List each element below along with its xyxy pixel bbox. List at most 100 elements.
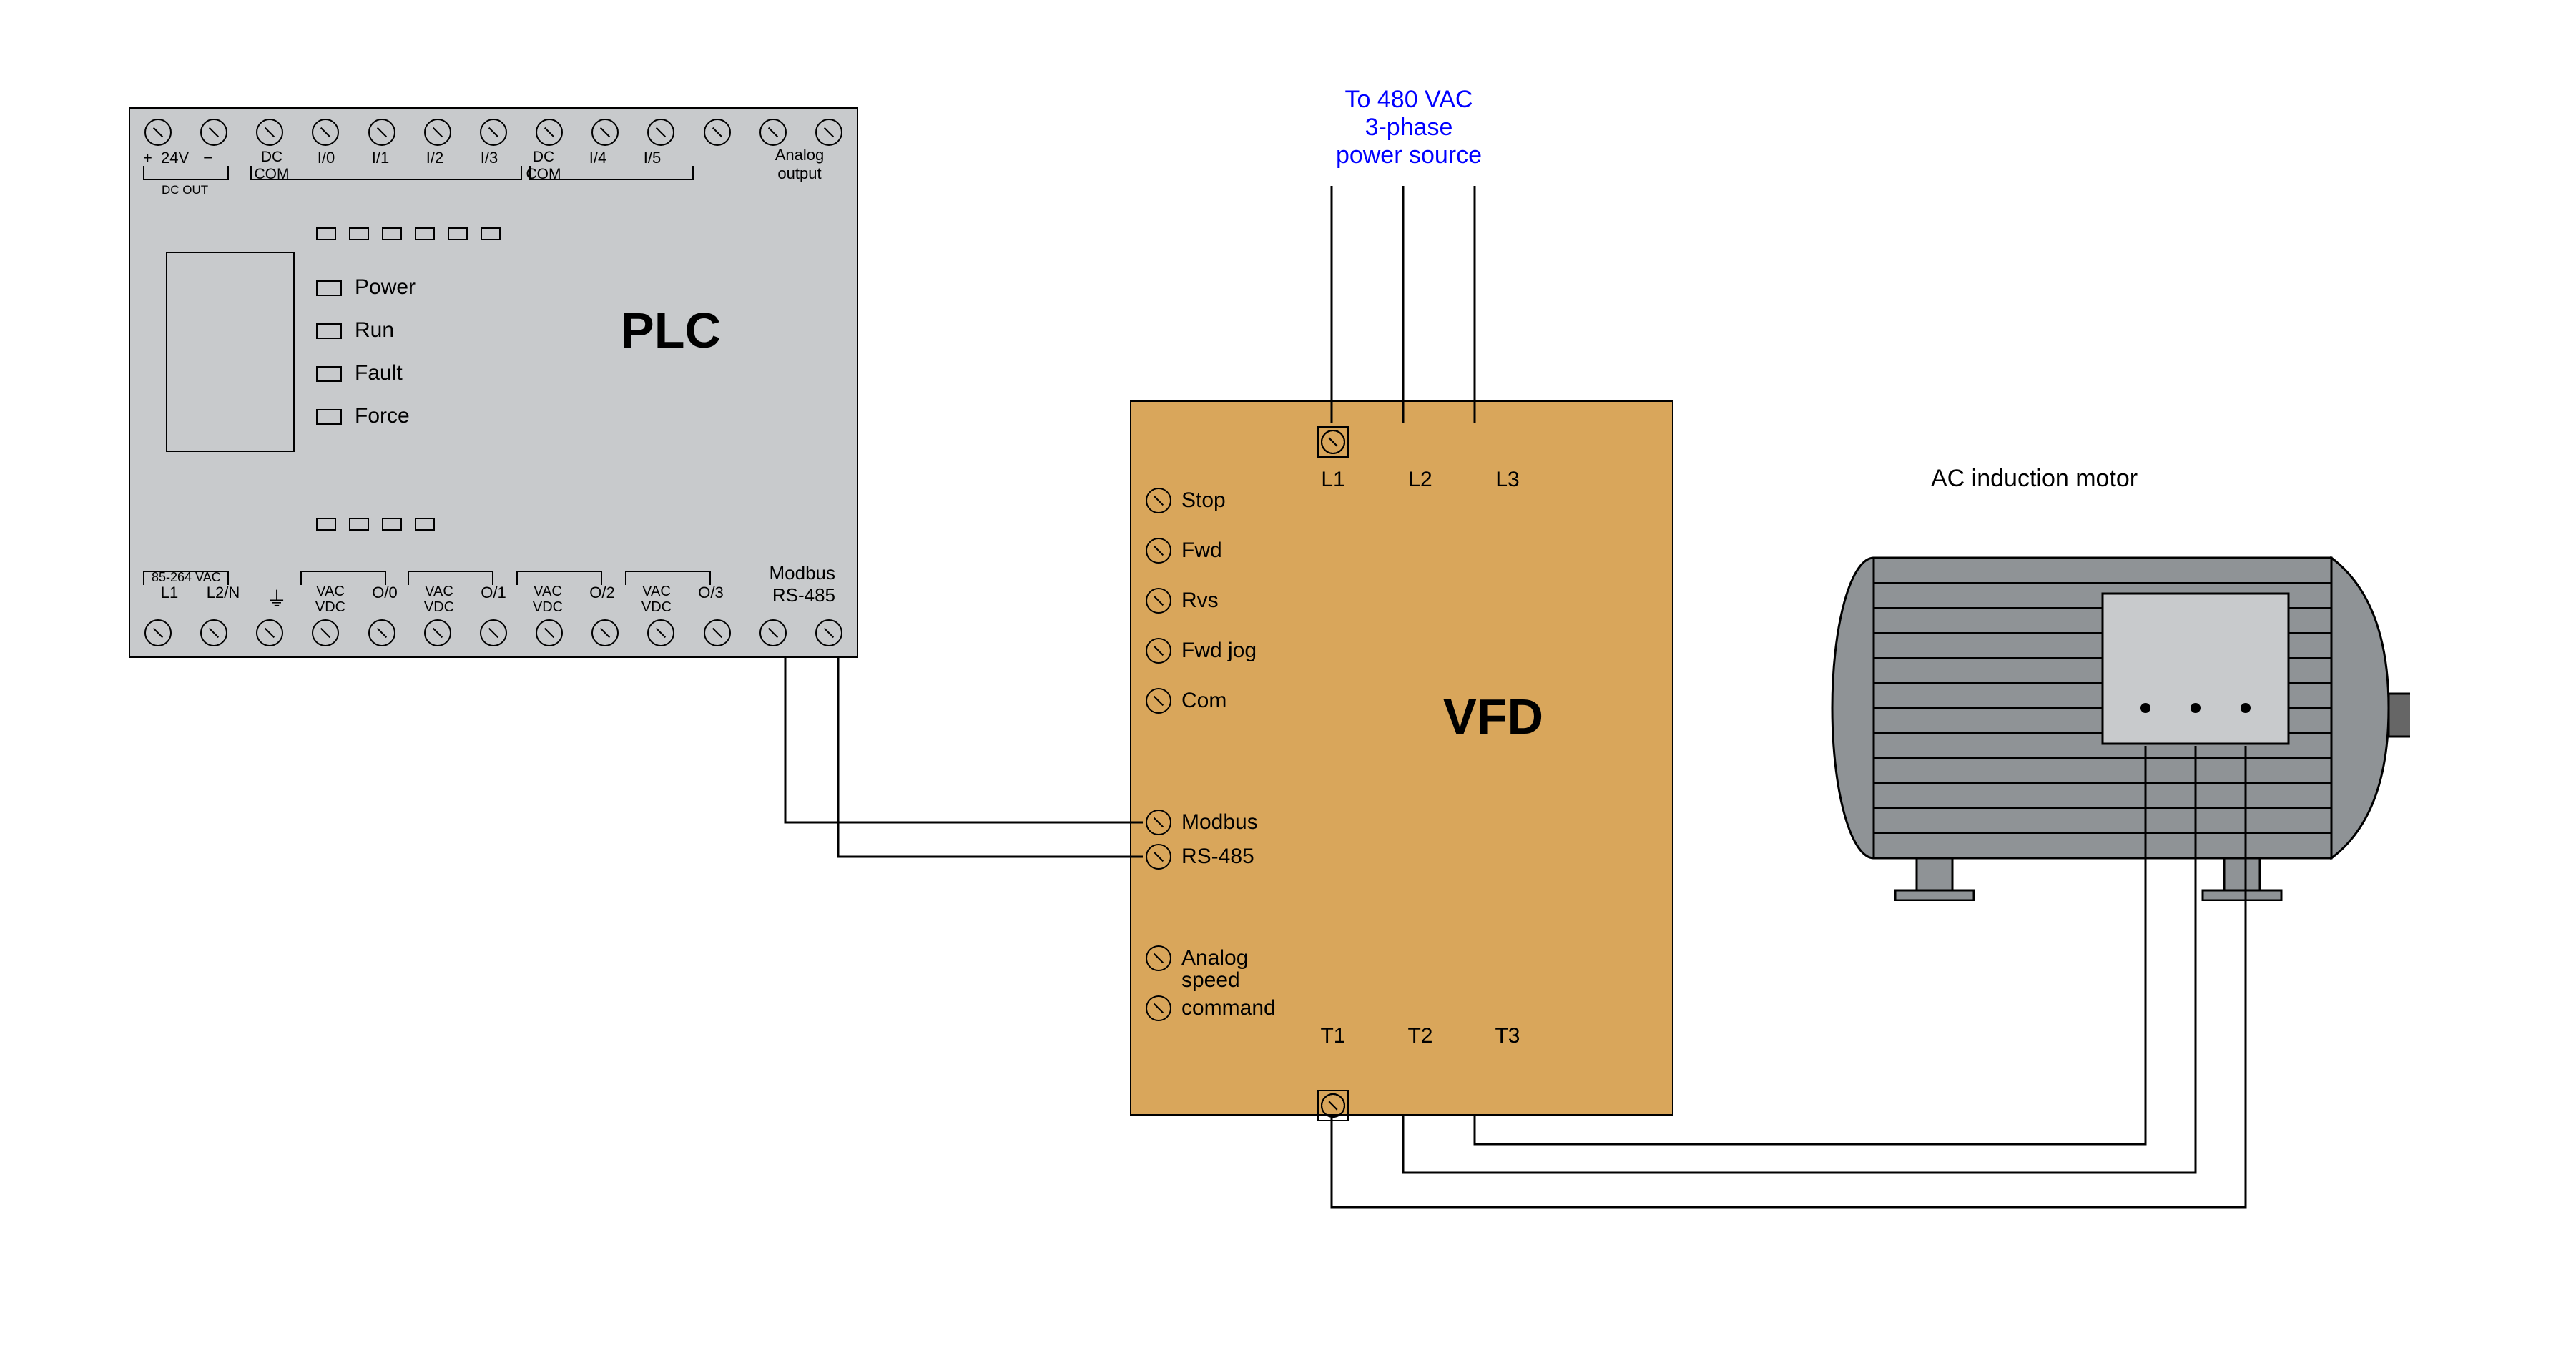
label: VAC VDC bbox=[519, 584, 576, 615]
plc-terminal-bottom bbox=[591, 619, 619, 646]
label: command bbox=[1181, 998, 1276, 1019]
led-icon bbox=[316, 323, 342, 339]
plc-terminal-bottom bbox=[536, 619, 563, 646]
label: L2 bbox=[1397, 468, 1443, 492]
plc-modbus-label: Modbus RS-485 bbox=[770, 562, 836, 606]
text: + bbox=[143, 149, 152, 167]
screw-icon bbox=[1146, 688, 1171, 714]
plc-terminal-bottom bbox=[815, 619, 842, 646]
label: T3 bbox=[1485, 1024, 1530, 1048]
plc-top-terminal-row bbox=[130, 119, 857, 146]
plc-terminal-top bbox=[368, 119, 395, 146]
motor-label: AC induction motor bbox=[1931, 465, 2138, 493]
label: VAC VDC bbox=[628, 584, 685, 615]
plc-terminal-bottom bbox=[200, 619, 227, 646]
label: O/3 bbox=[685, 584, 737, 615]
plc-terminal-bottom bbox=[424, 619, 451, 646]
bracket-icon bbox=[143, 166, 229, 180]
plc-analog-output-label: Analog output bbox=[764, 146, 835, 183]
label: RS-485 bbox=[1181, 845, 1254, 869]
label: Fwd jog bbox=[1181, 639, 1257, 663]
label: O/1 bbox=[468, 584, 519, 615]
led-icon bbox=[382, 518, 402, 531]
plc-terminal-top bbox=[480, 119, 507, 146]
label: Modbus bbox=[1181, 810, 1258, 835]
plc-dc-out-text: DC OUT bbox=[162, 183, 208, 197]
led-icon bbox=[481, 227, 501, 240]
status-fault-label: Fault bbox=[355, 361, 403, 385]
vfd-terminal-L3 bbox=[1317, 426, 1349, 458]
screw-icon bbox=[1146, 638, 1171, 664]
plc-terminal-bottom bbox=[368, 619, 395, 646]
led-icon bbox=[415, 227, 435, 240]
plc-terminal-top bbox=[256, 119, 283, 146]
motor-block bbox=[1824, 515, 2410, 901]
label: Com bbox=[1181, 689, 1226, 713]
screw-icon bbox=[1146, 588, 1171, 614]
bracket-icon bbox=[625, 571, 711, 585]
plc-title: PLC bbox=[621, 302, 721, 359]
label: speed bbox=[1181, 970, 1240, 991]
plc-screen bbox=[166, 252, 295, 452]
plc-terminal-top bbox=[759, 119, 787, 146]
screw-icon bbox=[1146, 844, 1171, 870]
label: T1 bbox=[1310, 1024, 1356, 1048]
led-icon bbox=[349, 518, 369, 531]
power-source-label: To 480 VAC 3-phase power source bbox=[1287, 86, 1530, 169]
led-icon bbox=[316, 409, 342, 425]
bracket-icon bbox=[300, 571, 386, 585]
plc-terminal-top bbox=[647, 119, 674, 146]
plc-input-leds bbox=[316, 227, 501, 240]
led-icon bbox=[316, 280, 342, 296]
label: L1 bbox=[1310, 468, 1356, 492]
screw-icon bbox=[1146, 945, 1171, 971]
label: O/2 bbox=[576, 584, 628, 615]
plc-body: Power Run Fault Force PLC bbox=[166, 252, 821, 506]
plc-terminal-top bbox=[144, 119, 172, 146]
led-icon bbox=[415, 518, 435, 531]
led-icon bbox=[316, 366, 342, 382]
plc-block: + 24V − DC OUT DC COM I/0 I/1 I/2 I/3 DC… bbox=[129, 107, 858, 658]
label: Fwd bbox=[1181, 538, 1222, 563]
plc-terminal-top bbox=[200, 119, 227, 146]
motor-icon bbox=[1824, 515, 2410, 901]
label: VAC VDC bbox=[302, 584, 359, 615]
label: VAC VDC bbox=[411, 584, 468, 615]
vfd-analog-terminals: Analog speed command bbox=[1146, 945, 1276, 1021]
plc-terminal-bottom bbox=[480, 619, 507, 646]
plc-bottom-labels: L1 L2/N ⏚ VAC VDC O/0 VAC VDC O/1 VAC VD… bbox=[144, 584, 737, 615]
label: Rvs bbox=[1181, 589, 1219, 613]
status-force-label: Force bbox=[355, 404, 410, 428]
plc-terminal-top bbox=[424, 119, 451, 146]
vfd-input-labels: L1 L2 L3 bbox=[1310, 468, 1530, 492]
bracket-icon bbox=[250, 166, 522, 180]
text: − bbox=[203, 149, 212, 167]
label: Analog bbox=[1181, 948, 1248, 969]
screw-icon bbox=[1146, 538, 1171, 564]
bracket-icon bbox=[408, 571, 493, 585]
vfd-control-terminals: Stop Fwd Rvs Fwd jog Com bbox=[1146, 488, 1257, 714]
led-icon bbox=[349, 227, 369, 240]
screw-icon bbox=[1146, 488, 1171, 513]
plc-terminal-bottom bbox=[256, 619, 283, 646]
vfd-terminal-stop: Stop bbox=[1146, 488, 1257, 513]
plc-terminal-top bbox=[591, 119, 619, 146]
plc-terminal-bottom bbox=[704, 619, 731, 646]
label: L3 bbox=[1485, 468, 1530, 492]
vfd-terminal-com: Com bbox=[1146, 688, 1257, 714]
led-icon bbox=[382, 227, 402, 240]
status-run-label: Run bbox=[355, 318, 394, 342]
vfd-terminal-fwd-jog: Fwd jog bbox=[1146, 638, 1257, 664]
vfd-terminal-rvs: Rvs bbox=[1146, 588, 1257, 614]
label: L2/N bbox=[195, 584, 252, 615]
plc-bottom-terminal-row bbox=[130, 619, 857, 646]
vfd-terminal-T3 bbox=[1317, 1090, 1349, 1121]
vfd-block: VFD L1 L2 L3 Stop Fwd Rvs Fwd jog Com Mo… bbox=[1130, 400, 1673, 1116]
vfd-title: VFD bbox=[1443, 688, 1543, 745]
led-icon bbox=[316, 518, 336, 531]
plc-terminal-bottom bbox=[647, 619, 674, 646]
label: O/0 bbox=[359, 584, 411, 615]
plc-terminal-top bbox=[704, 119, 731, 146]
plc-terminal-top bbox=[815, 119, 842, 146]
plc-terminal-bottom bbox=[312, 619, 339, 646]
